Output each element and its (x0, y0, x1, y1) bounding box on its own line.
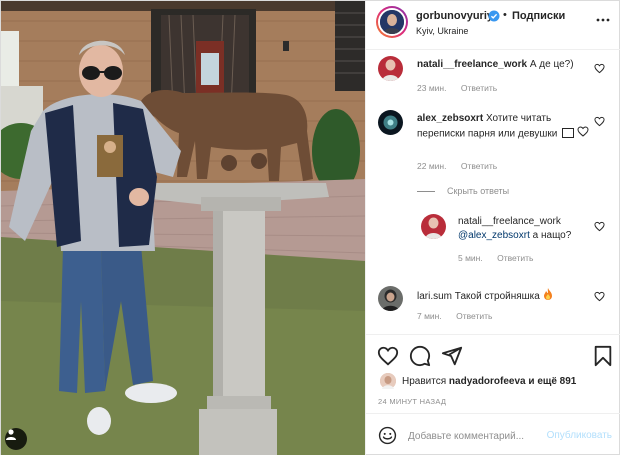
heart-icon[interactable] (377, 345, 399, 367)
hide-replies-line (417, 190, 435, 192)
bookmark-icon[interactable] (592, 345, 614, 367)
commenter-avatar[interactable] (378, 110, 403, 135)
post-photo[interactable] (1, 1, 365, 455)
hide-replies-label: Скрыть ответы (447, 186, 510, 196)
liker-avatar[interactable] (380, 373, 396, 389)
envelope-emoji-icon (562, 127, 575, 138)
comment-item: natali__freelance_work А де це?) 23 мин.… (366, 50, 620, 96)
verified-badge-icon (488, 10, 500, 22)
likes-prefix: Нравится (402, 376, 447, 387)
comment-meta: 22 мин. Ответить (417, 161, 509, 171)
instagram-post: gorbunovyuriy • Подписки Kyiv, Ukraine n… (0, 0, 620, 455)
reply-item: natali__freelance_work @alex_zebsoxrt а … (366, 210, 620, 270)
post-action-bar (366, 334, 620, 376)
comment-username[interactable]: alex_zebsoxrt (417, 113, 483, 124)
comment-username[interactable]: natali__freelance_work (458, 216, 561, 227)
comment-body: Такой стройняшка (454, 291, 540, 303)
following-button[interactable]: Подписки (512, 10, 565, 22)
user-tag-icon (6, 429, 16, 440)
reply-button[interactable]: Ответить (461, 161, 497, 171)
comment-body: а нащо? (532, 230, 572, 241)
commenter-avatar-image (378, 286, 403, 311)
comment-time[interactable]: 23 мин. (417, 83, 446, 93)
comment-item: alex_zebsoxrt Хотите читать переписки па… (366, 106, 620, 176)
comment-like-icon[interactable] (594, 291, 605, 302)
comment-time[interactable]: 7 мин. (417, 311, 442, 321)
likes-summary: Нравится nadyadorofeeva и ещё 891 (366, 371, 620, 393)
comment-text-block: lari.sum Такой стройняшка (417, 288, 592, 305)
comment-username[interactable]: natali__freelance_work (417, 59, 527, 70)
comment-meta: 5 мин. Ответить (458, 253, 545, 263)
comment-body: А де це?) (529, 59, 574, 70)
commenter-avatar[interactable] (378, 56, 403, 81)
post-header: gorbunovyuriy • Подписки Kyiv, Ukraine (366, 1, 620, 50)
comment-like-icon[interactable] (594, 221, 605, 232)
fire-emoji-icon (543, 288, 553, 305)
post-location[interactable]: Kyiv, Ukraine (416, 26, 468, 36)
user-tag-button[interactable] (5, 428, 27, 450)
comment-mention[interactable]: @alex_zebsoxrt (458, 230, 530, 241)
comment-meta: 7 мин. Ответить (417, 311, 504, 321)
comment-text-block: natali__freelance_work А де це?) (417, 58, 592, 72)
comment-time[interactable]: 22 мин. (417, 161, 446, 171)
comment-username[interactable]: lari.sum (417, 291, 452, 302)
publish-button[interactable]: Опубликовать (547, 430, 612, 441)
author-username[interactable]: gorbunovyuriy (416, 10, 493, 22)
commenter-avatar-image (378, 56, 403, 81)
comment-like-icon[interactable] (594, 116, 605, 127)
post-photo-illustration (1, 1, 365, 455)
liker-avatar-image (380, 373, 396, 389)
comment-text-block: alex_zebsoxrt Хотите читать переписки па… (417, 112, 592, 142)
comments-list: natali__freelance_work А де це?) 23 мин.… (366, 50, 620, 334)
commenter-avatar-image (378, 110, 403, 135)
white-heart-emoji-icon (577, 126, 589, 142)
commenter-avatar[interactable] (378, 286, 403, 311)
emoji-icon[interactable] (378, 426, 397, 445)
author-avatar[interactable] (376, 6, 408, 38)
add-comment-bar: Опубликовать (366, 413, 620, 455)
commenter-avatar[interactable] (421, 214, 446, 239)
comment-icon[interactable] (409, 345, 431, 367)
comment-input[interactable] (408, 428, 548, 444)
hide-replies-button[interactable]: Скрыть ответы (417, 186, 509, 196)
post-timestamp[interactable]: 24 МИНУТ НАЗАД (378, 397, 446, 406)
likes-user[interactable]: nadyadorofeeva (449, 376, 526, 387)
reply-button[interactable]: Ответить (461, 83, 497, 93)
comment-text-block: natali__freelance_work @alex_zebsoxrt а … (458, 215, 598, 243)
comment-time[interactable]: 5 мин. (458, 253, 483, 263)
share-icon[interactable] (441, 345, 463, 367)
reply-button[interactable]: Ответить (497, 253, 533, 263)
header-separator: • (503, 9, 507, 21)
likes-count[interactable]: и ещё 891 (528, 376, 576, 387)
more-options-icon[interactable] (596, 13, 610, 27)
comment-like-icon[interactable] (594, 63, 605, 74)
likes-text: Нравится nadyadorofeeva и ещё 891 (402, 376, 576, 387)
reply-button[interactable]: Ответить (456, 311, 492, 321)
comment-item: lari.sum Такой стройняшка 7 мин. Ответит… (366, 282, 620, 330)
author-avatar-image (380, 10, 404, 34)
post-side-panel: gorbunovyuriy • Подписки Kyiv, Ukraine n… (365, 1, 620, 455)
comment-meta: 23 мин. Ответить (417, 83, 509, 93)
commenter-avatar-image (421, 214, 446, 239)
